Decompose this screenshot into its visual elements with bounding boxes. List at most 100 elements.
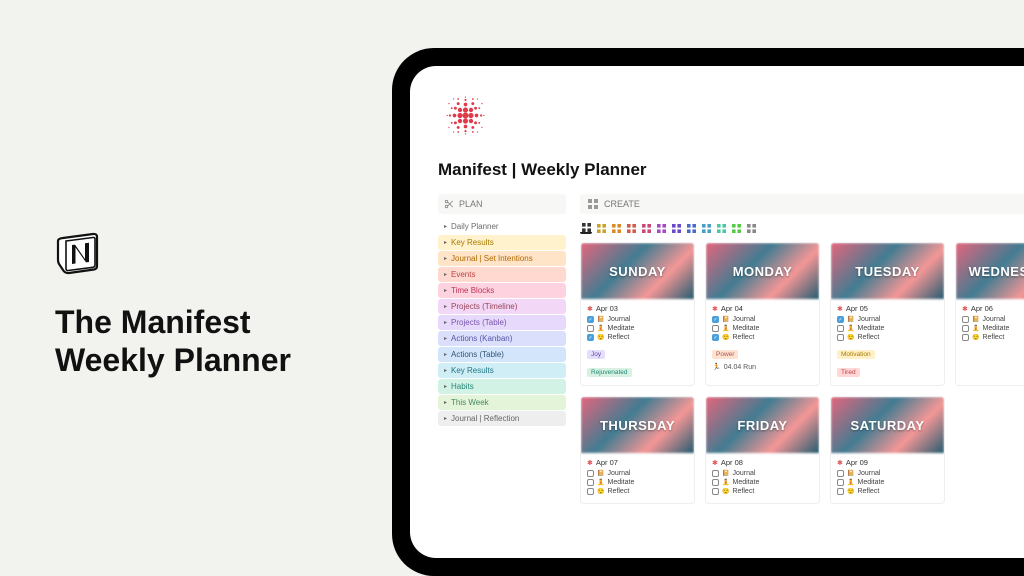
day-card[interactable]: SUNDAYApr 03📔Journal🧘Meditate😌ReflectJoy… — [580, 242, 695, 386]
task-icon: 🧘 — [722, 479, 729, 486]
day-date: Apr 04 — [712, 304, 813, 313]
task-checkbox[interactable] — [587, 470, 594, 477]
task-label: Journal — [982, 316, 1005, 323]
mood-tag[interactable]: Motivation — [837, 350, 875, 359]
task-checkbox[interactable] — [837, 479, 844, 486]
day-name: THURSDAY — [600, 418, 675, 433]
day-card[interactable]: THURSDAY Apr 07📔Journal🧘Meditate😌Reflect — [580, 396, 695, 504]
task-label: Meditate — [982, 325, 1009, 332]
sidebar-item-label: This Week — [451, 398, 489, 407]
task-checkbox[interactable] — [587, 325, 594, 332]
task-checkbox[interactable] — [712, 325, 719, 332]
task-row: 📔Journal — [837, 470, 938, 477]
board-icon — [687, 224, 696, 233]
task-icon: 😌 — [722, 334, 729, 341]
sidebar-item[interactable]: Key Results — [438, 235, 566, 250]
board-icon — [717, 224, 726, 233]
day-card-body: Apr 07📔Journal🧘Meditate😌Reflect — [581, 453, 694, 503]
task-label: Journal — [607, 470, 630, 477]
tablet-frame: Manifest | Weekly Planner PLAN Daily Pla… — [392, 48, 1024, 576]
view-tab[interactable] — [610, 222, 622, 234]
task-checkbox[interactable] — [587, 488, 594, 495]
sidebar-item[interactable]: Projects (Table) — [438, 315, 566, 330]
view-tab[interactable] — [670, 222, 682, 234]
day-card-cover: FRIDAY — [706, 397, 819, 453]
day-name: WEDNESDAY — [969, 264, 1024, 279]
sidebar-item[interactable]: Daily Planner — [438, 219, 566, 234]
view-tab[interactable] — [685, 222, 697, 234]
main-panel: CREATE SUNDAYApr 03📔Journal🧘Meditate😌Ref… — [580, 194, 1024, 504]
task-checkbox[interactable] — [587, 479, 594, 486]
task-checkbox[interactable] — [837, 470, 844, 477]
task-checkbox[interactable] — [837, 488, 844, 495]
day-card[interactable]: SATURDAYApr 09📔Journal🧘Meditate😌Reflect — [830, 396, 945, 504]
task-checkbox[interactable] — [712, 470, 719, 477]
promo-title: The Manifest Weekly Planner — [55, 303, 291, 380]
sidebar-item[interactable]: Journal | Set Intentions — [438, 251, 566, 266]
board-icon — [582, 223, 591, 232]
sidebar-item[interactable]: Key Results — [438, 363, 566, 378]
task-checkbox[interactable] — [712, 334, 719, 341]
sidebar-item[interactable]: This Week — [438, 395, 566, 410]
task-label: Reflect — [857, 334, 879, 341]
task-checkbox[interactable] — [587, 316, 594, 323]
task-icon: 😌 — [972, 334, 979, 341]
task-label: Journal — [607, 316, 630, 323]
grid-icon — [588, 199, 598, 209]
task-checkbox[interactable] — [837, 325, 844, 332]
create-header[interactable]: CREATE — [580, 194, 1024, 214]
task-checkbox[interactable] — [962, 334, 969, 341]
sidebar-item[interactable]: Projects (Timeline) — [438, 299, 566, 314]
board-icon — [642, 224, 651, 233]
sidebar-item[interactable]: Actions (Table) — [438, 347, 566, 362]
task-label: Meditate — [857, 479, 884, 486]
extra-item[interactable]: 🏃04.04 Run — [712, 363, 813, 371]
task-label: Meditate — [857, 325, 884, 332]
mood-tag[interactable]: Power — [712, 350, 738, 359]
mood-tag[interactable]: Tired — [837, 368, 860, 377]
task-icon: 🧘 — [597, 325, 604, 332]
view-tab[interactable] — [715, 222, 727, 234]
sidebar-item[interactable]: Journal | Reflection — [438, 411, 566, 426]
sidebar-item[interactable]: Habits — [438, 379, 566, 394]
view-tab[interactable] — [730, 222, 742, 234]
task-checkbox[interactable] — [712, 316, 719, 323]
task-checkbox[interactable] — [962, 316, 969, 323]
mood-tag[interactable]: Rejuvenated — [587, 368, 632, 377]
mood-tag[interactable]: Joy — [587, 350, 605, 359]
task-row: 📔Journal — [587, 470, 688, 477]
task-row: 📔Journal — [837, 316, 938, 323]
day-card[interactable]: WEDNESDAYApr 06📔Journal🧘Meditate😌Reflect — [955, 242, 1024, 386]
view-tab[interactable] — [595, 222, 607, 234]
day-name: FRIDAY — [737, 418, 787, 433]
extra-icon: 🏃 — [712, 363, 721, 371]
task-checkbox[interactable] — [837, 334, 844, 341]
day-date: Apr 06 — [962, 304, 1024, 313]
plan-header[interactable]: PLAN — [438, 194, 566, 214]
view-tab[interactable] — [700, 222, 712, 234]
task-checkbox[interactable] — [587, 334, 594, 341]
task-icon: 🧘 — [847, 479, 854, 486]
day-card[interactable]: MONDAYApr 04📔Journal🧘Meditate😌ReflectPow… — [705, 242, 820, 386]
task-checkbox[interactable] — [712, 479, 719, 486]
task-checkbox[interactable] — [962, 325, 969, 332]
sidebar-item-label: Time Blocks — [451, 286, 494, 295]
sidebar-item[interactable]: Events — [438, 267, 566, 282]
board-icon — [657, 224, 666, 233]
view-tab[interactable] — [745, 222, 757, 234]
task-checkbox[interactable] — [837, 316, 844, 323]
sidebar-item[interactable]: Actions (Kanban) — [438, 331, 566, 346]
sidebar-item-label: Daily Planner — [451, 222, 499, 231]
view-tab[interactable] — [580, 222, 592, 234]
day-card[interactable]: TUESDAYApr 05📔Journal🧘Meditate😌ReflectMo… — [830, 242, 945, 386]
sidebar-item-label: Actions (Kanban) — [451, 334, 512, 343]
view-tab[interactable] — [655, 222, 667, 234]
sidebar-item-label: Events — [451, 270, 475, 279]
sidebar-item-label: Journal | Set Intentions — [451, 254, 533, 263]
board-icon — [702, 224, 711, 233]
day-card[interactable]: FRIDAYApr 08📔Journal🧘Meditate😌Reflect — [705, 396, 820, 504]
view-tab[interactable] — [640, 222, 652, 234]
task-checkbox[interactable] — [712, 488, 719, 495]
sidebar-item[interactable]: Time Blocks — [438, 283, 566, 298]
view-tab[interactable] — [625, 222, 637, 234]
